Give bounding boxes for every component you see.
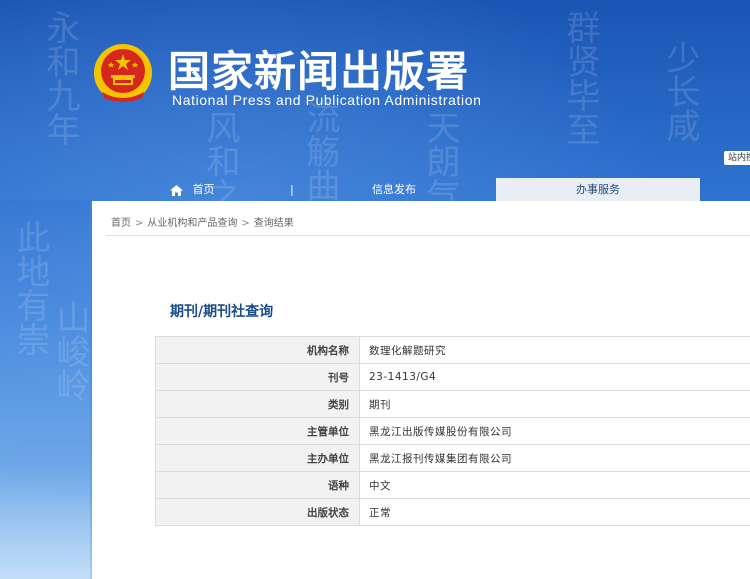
row-value: 正常 — [359, 498, 750, 526]
row-value: 黑龙江出版传媒股份有限公司 — [359, 417, 750, 445]
calligraphy-texture: 此地有崇 — [10, 220, 50, 356]
calligraphy-texture: 永和九年 — [40, 10, 80, 146]
table-row: 主办单位 黑龙江报刊传媒集团有限公司 — [155, 444, 750, 472]
row-label: 语种 — [155, 471, 360, 499]
site-search-button[interactable]: 站内搜索 — [724, 151, 750, 165]
nav-home-label: 首页 — [192, 183, 215, 196]
breadcrumb-institution-query[interactable]: 从业机构和产品查询 — [147, 218, 237, 229]
breadcrumb-home[interactable]: 首页 — [111, 218, 131, 229]
main-nav: 首页 | 信息发布 办事服务 — [92, 178, 750, 201]
row-label: 类别 — [155, 390, 360, 418]
content-panel: 首页 > 从业机构和产品查询 > 查询结果 期刊/期刊社查询 机构名称 数理化解题研究 … — [92, 201, 750, 579]
breadcrumb-current: 查询结果 — [253, 218, 294, 229]
breadcrumb-separator: > — [241, 218, 250, 229]
table-row: 主管单位 黑龙江出版传媒股份有限公司 — [155, 417, 750, 445]
row-value: 黑龙江报刊传媒集团有限公司 — [359, 444, 750, 472]
row-label: 机构名称 — [155, 336, 360, 364]
row-label: 主办单位 — [155, 444, 360, 472]
row-label: 主管单位 — [155, 417, 360, 445]
row-value: 期刊 — [359, 390, 750, 418]
table-row: 类别 期刊 — [155, 390, 750, 418]
result-table: 机构名称 数理化解题研究 刊号 23-1413/G4 类别 期刊 主管单位 黑龙… — [155, 336, 750, 526]
row-label: 出版状态 — [155, 498, 360, 526]
table-row: 语种 中文 — [155, 471, 750, 499]
nav-services[interactable]: 办事服务 — [496, 178, 700, 201]
site-title: 国家新闻出版署 — [168, 47, 470, 96]
breadcrumb-separator: > — [135, 218, 144, 229]
divider — [106, 235, 750, 236]
calligraphy-texture: 少长咸 — [660, 40, 700, 142]
row-value: 23-1413/G4 — [359, 363, 750, 391]
page-title: 期刊/期刊社查询 — [170, 304, 274, 320]
table-row: 刊号 23-1413/G4 — [155, 363, 750, 391]
site-subtitle: National Press and Publication Administr… — [172, 92, 482, 108]
table-row: 出版状态 正常 — [155, 498, 750, 526]
row-value: 数理化解题研究 — [359, 336, 750, 364]
home-icon — [169, 184, 183, 196]
breadcrumb: 首页 > 从业机构和产品查询 > 查询结果 — [111, 214, 298, 229]
row-value: 中文 — [359, 471, 750, 499]
calligraphy-texture: 山峻岭 — [50, 300, 90, 402]
row-label: 刊号 — [155, 363, 360, 391]
national-emblem-icon — [94, 44, 152, 102]
table-row: 机构名称 数理化解题研究 — [155, 336, 750, 364]
nav-info-release[interactable]: 信息发布 — [292, 178, 496, 201]
calligraphy-texture: 群贤毕至 — [560, 10, 600, 146]
nav-home[interactable]: 首页 — [92, 178, 292, 201]
